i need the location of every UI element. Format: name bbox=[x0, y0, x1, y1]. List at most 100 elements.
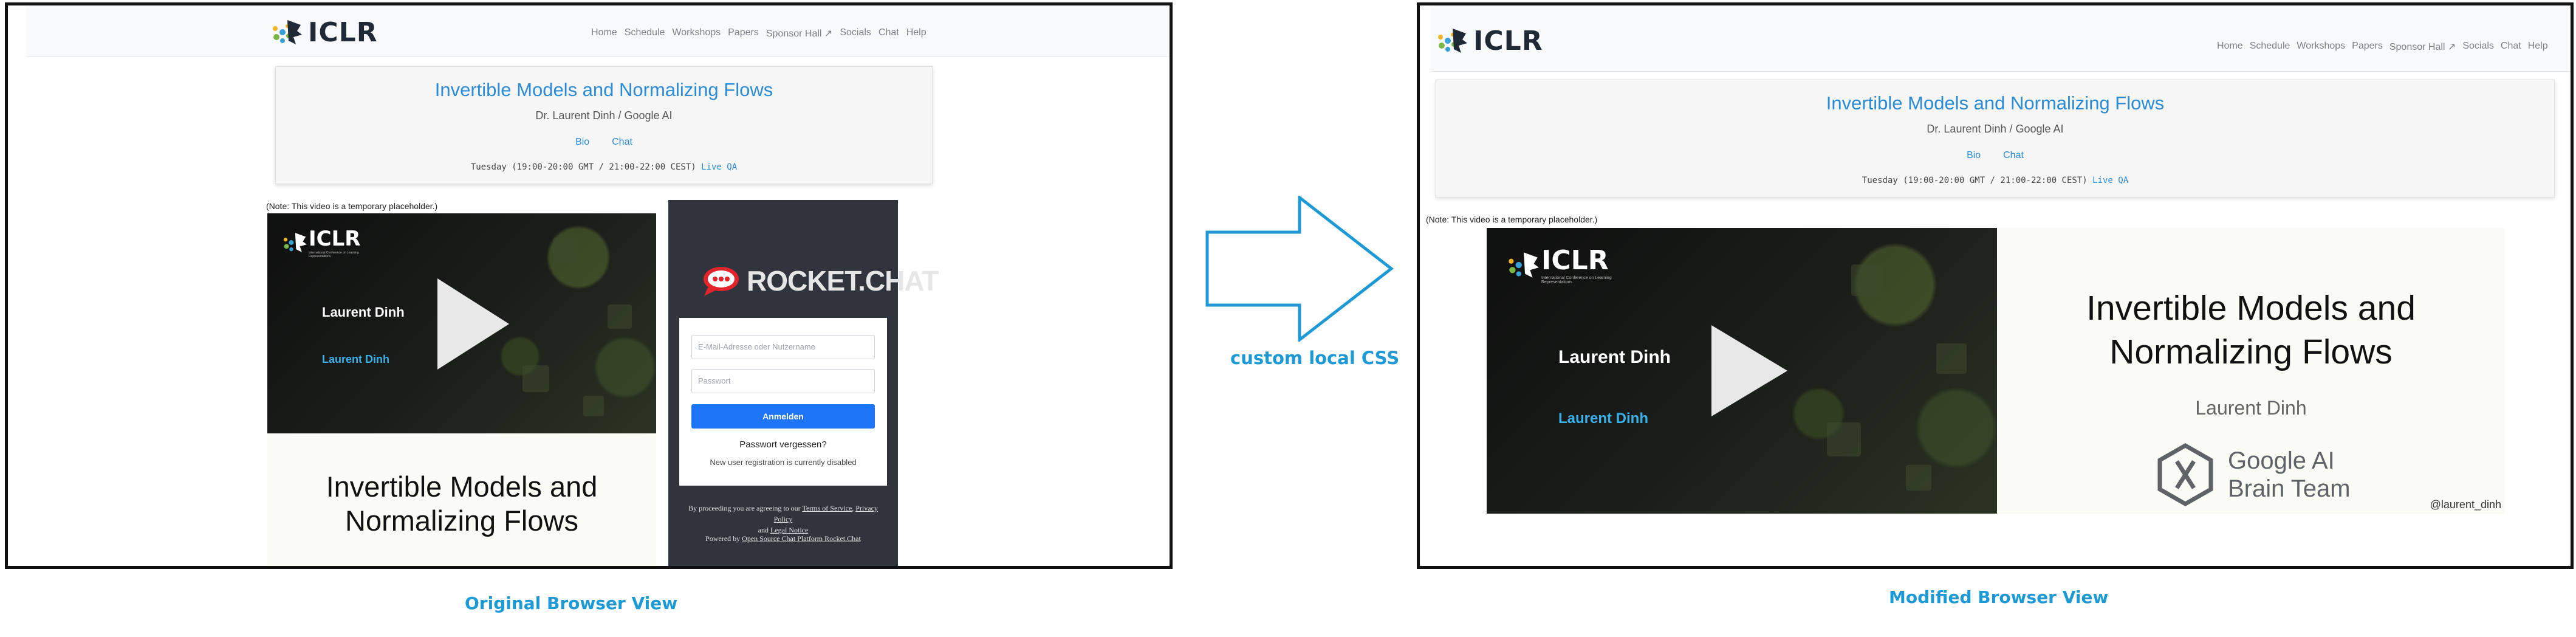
talk-links: Bio Chat bbox=[276, 137, 932, 148]
original-view-caption: Original Browser View bbox=[465, 593, 678, 613]
decorative-tile bbox=[553, 238, 578, 263]
talk-speaker: Dr. Laurent Dinh / Google AI bbox=[535, 109, 673, 122]
video-presenter-link: Laurent Dinh bbox=[1558, 410, 1648, 427]
legal-notice-link[interactable]: Legal Notice bbox=[770, 526, 808, 534]
nav-socials[interactable]: Socials bbox=[2462, 41, 2494, 53]
powered-by-text: Powered by Open Source Chat Platform Roc… bbox=[705, 534, 861, 543]
nav-chat[interactable]: Chat bbox=[879, 27, 899, 40]
iclr-logo-icon bbox=[283, 233, 307, 252]
talk-links: Bio Chat bbox=[1436, 150, 2554, 161]
brain-team-icon bbox=[2157, 443, 2213, 506]
decorative-tile bbox=[1906, 465, 1931, 491]
nav-sponsor-hall[interactable]: Sponsor Hall ↗ bbox=[766, 27, 832, 40]
google-ai-brain-logo: Google AI Brain Team bbox=[2156, 443, 2351, 506]
talk-time: Tuesday (19:00-20:00 GMT / 21:00-22:00 C… bbox=[1862, 176, 2129, 185]
iclr-logo-icon bbox=[1509, 252, 1539, 278]
play-icon[interactable] bbox=[437, 278, 509, 370]
terms-text: By proceeding you are agreeing to our Te… bbox=[688, 504, 878, 534]
forgot-password-link[interactable]: Passwort vergessen? bbox=[679, 439, 887, 450]
talk-title: Invertible Models and Normalizing Flows bbox=[434, 79, 773, 100]
iclr-logo-icon bbox=[273, 20, 302, 44]
video-logo-text: ICLR bbox=[1541, 245, 1609, 276]
external-link-icon: ↗ bbox=[2447, 42, 2456, 52]
slide-org-line1: Google AI bbox=[2228, 447, 2335, 474]
login-button[interactable]: Anmelden bbox=[691, 404, 875, 429]
bio-link[interactable]: Bio bbox=[575, 137, 589, 147]
nav-papers[interactable]: Papers bbox=[728, 27, 759, 40]
nav-papers[interactable]: Papers bbox=[2352, 41, 2383, 53]
password-field[interactable]: Passwort bbox=[691, 369, 875, 393]
video-logo-subtitle: International Conference on Learning Rep… bbox=[309, 251, 359, 258]
chat-link[interactable]: Chat bbox=[2003, 150, 2024, 160]
nav-home[interactable]: Home bbox=[2217, 41, 2243, 53]
original-browser-frame: ICLR Home Schedule Workshops Papers Spon… bbox=[5, 2, 1173, 569]
nav-chat[interactable]: Chat bbox=[2501, 41, 2521, 53]
talk-info-card: Invertible Models and Normalizing Flows … bbox=[1436, 80, 2555, 198]
navbar: ICLR Home Schedule Workshops Papers Spon… bbox=[1431, 5, 2571, 72]
logo-text: ICLR bbox=[1473, 25, 1543, 57]
rocket-chat-logo: ROCKET.CHAT bbox=[702, 264, 939, 297]
talk-info-card: Invertible Models and Normalizing Flows … bbox=[275, 66, 933, 184]
video-logo-text: ICLR bbox=[309, 227, 361, 251]
rocket-chat-link[interactable]: Open Source Chat Platform Rocket.Chat bbox=[742, 534, 861, 543]
nav-menu: Home Schedule Workshops Papers Sponsor H… bbox=[2217, 41, 2548, 53]
live-qa-link[interactable]: Live QA bbox=[701, 162, 737, 172]
slide-author: Laurent Dinh bbox=[2195, 397, 2307, 419]
video-logo-subtitle: International Conference on Learning Rep… bbox=[1541, 276, 1612, 284]
video-iclr-logo: ICLR International Conference on Learnin… bbox=[1505, 245, 1632, 284]
play-icon[interactable] bbox=[1711, 325, 1787, 416]
video-player[interactable]: ICLR International Conference on Learnin… bbox=[267, 213, 656, 433]
logo-text: ICLR bbox=[308, 16, 378, 48]
modified-view-caption: Modified Browser View bbox=[1889, 587, 2109, 607]
rocket-chat-brand: ROCKET.CHAT bbox=[747, 265, 939, 297]
iclr-logo[interactable]: ICLR bbox=[269, 16, 378, 48]
right-arrow-icon bbox=[1205, 196, 1394, 342]
video-presenter-link: Laurent Dinh bbox=[322, 353, 389, 365]
slide-preview: Invertible Models and Normalizing Flows bbox=[267, 433, 656, 566]
decorative-tile bbox=[1936, 343, 1967, 374]
placeholder-note: (Note: This video is a temporary placeho… bbox=[1426, 215, 1598, 224]
placeholder-note: (Note: This video is a temporary placeho… bbox=[266, 201, 438, 211]
decorative-tile bbox=[1851, 264, 1883, 296]
chat-link[interactable]: Chat bbox=[612, 137, 632, 147]
slide-preview: Invertible Models and Normalizing Flows … bbox=[1997, 228, 2505, 514]
login-form: E-Mail-Adresse oder Nutzername Passwort … bbox=[679, 318, 887, 486]
nav-help[interactable]: Help bbox=[906, 27, 927, 40]
email-field[interactable]: E-Mail-Adresse oder Nutzername bbox=[691, 335, 875, 359]
video-iclr-logo: ICLR International Conference on Learnin… bbox=[281, 227, 382, 258]
nav-menu: Home Schedule Workshops Papers Sponsor H… bbox=[591, 27, 927, 40]
nav-workshops[interactable]: Workshops bbox=[672, 27, 721, 40]
bio-link[interactable]: Bio bbox=[1967, 150, 1981, 160]
iclr-logo-icon bbox=[1438, 29, 1467, 53]
slide-handle: @laurent_dinh bbox=[2430, 498, 2501, 511]
live-qa-link[interactable]: Live QA bbox=[2092, 176, 2128, 185]
nav-workshops[interactable]: Workshops bbox=[2297, 41, 2345, 53]
decorative-tile bbox=[583, 396, 604, 416]
iclr-logo[interactable]: ICLR bbox=[1434, 25, 1543, 57]
slide-title: Invertible Models and Normalizing Flows bbox=[2086, 289, 2416, 371]
nav-help[interactable]: Help bbox=[2528, 41, 2548, 53]
talk-speaker: Dr. Laurent Dinh / Google AI bbox=[1927, 123, 2064, 135]
nav-socials[interactable]: Socials bbox=[840, 27, 871, 40]
arrow-label: custom local CSS bbox=[1230, 348, 1400, 368]
talk-title: Invertible Models and Normalizing Flows bbox=[1826, 92, 2165, 114]
decorative-tile bbox=[608, 305, 632, 329]
nav-home[interactable]: Home bbox=[591, 27, 617, 40]
rocket-chat-icon bbox=[704, 267, 739, 296]
slide-title: Invertible Models and Normalizing Flows bbox=[326, 470, 598, 537]
terms-link[interactable]: Terms of Service bbox=[802, 504, 852, 512]
slide-org-line2: Brain Team bbox=[2228, 475, 2351, 502]
nav-schedule[interactable]: Schedule bbox=[2250, 41, 2290, 53]
video-player[interactable]: ICLR International Conference on Learnin… bbox=[1487, 228, 1997, 514]
decorative-tile bbox=[1827, 422, 1861, 456]
decorative-tile bbox=[522, 365, 549, 392]
rocket-chat-panel: ROCKET.CHAT E-Mail-Adresse oder Nutzerna… bbox=[668, 200, 939, 566]
video-presenter-name: Laurent Dinh bbox=[1558, 347, 1671, 367]
registration-disabled-text: New user registration is currently disab… bbox=[710, 458, 857, 467]
talk-time: Tuesday (19:00-20:00 GMT / 21:00-22:00 C… bbox=[470, 162, 738, 172]
nav-sponsor-hall[interactable]: Sponsor Hall ↗ bbox=[2389, 41, 2456, 53]
external-link-icon: ↗ bbox=[824, 29, 833, 39]
nav-schedule[interactable]: Schedule bbox=[625, 27, 665, 40]
navbar: ICLR Home Schedule Workshops Papers Spon… bbox=[26, 5, 1170, 57]
modified-browser-frame: ICLR Home Schedule Workshops Papers Spon… bbox=[1417, 2, 2574, 569]
